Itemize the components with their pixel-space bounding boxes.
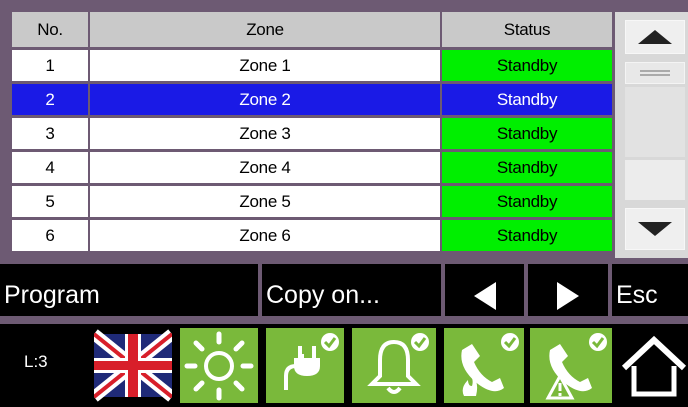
phone-warning-check-icon[interactable] [530, 328, 612, 403]
zone-status[interactable]: Standby [442, 50, 612, 81]
power-plug-check-icon[interactable] [266, 328, 344, 403]
arrow-down-icon [638, 222, 672, 236]
grip-icon [640, 70, 670, 76]
zone-status[interactable]: Standby [442, 186, 612, 217]
zone-status[interactable]: Standby [442, 220, 612, 251]
scrollbar[interactable] [615, 12, 688, 258]
row-number[interactable]: 3 [12, 118, 88, 149]
row-number[interactable]: 2 [12, 84, 88, 115]
zone-name[interactable]: Zone 4 [90, 152, 440, 183]
esc-button[interactable]: Esc [612, 264, 688, 316]
arrow-up-icon [638, 30, 672, 44]
arrow-left-icon [473, 282, 496, 310]
home-icon[interactable] [618, 328, 688, 403]
uk-flag-icon[interactable] [94, 328, 172, 403]
previous-button[interactable] [445, 264, 524, 316]
zone-name[interactable]: Zone 5 [90, 186, 440, 217]
column-header-zone: Zone [90, 12, 440, 47]
copy-on-label: Copy on... [266, 281, 380, 309]
next-button[interactable] [528, 264, 608, 316]
scroll-thumb[interactable] [625, 62, 685, 84]
arrow-right-icon [557, 282, 579, 310]
program-label: Program [4, 281, 100, 309]
phone-fire-check-icon[interactable] [444, 328, 524, 403]
scroll-track[interactable] [625, 160, 685, 200]
scroll-track[interactable] [625, 87, 685, 157]
zone-status[interactable]: Standby [442, 152, 612, 183]
program-button[interactable]: Program [0, 264, 258, 316]
bell-check-icon[interactable] [352, 328, 436, 403]
column-header-no: No. [12, 12, 88, 47]
row-number[interactable]: 4 [12, 152, 88, 183]
copy-on-button[interactable]: Copy on... [262, 264, 441, 316]
column-header-status: Status [442, 12, 612, 47]
zone-name[interactable]: Zone 2 [90, 84, 440, 115]
scroll-up-button[interactable] [625, 20, 685, 54]
zone-name[interactable]: Zone 3 [90, 118, 440, 149]
zone-name[interactable]: Zone 6 [90, 220, 440, 251]
row-number[interactable]: 5 [12, 186, 88, 217]
zone-status[interactable]: Standby [442, 84, 612, 115]
zone-status[interactable]: Standby [442, 118, 612, 149]
zone-name[interactable]: Zone 1 [90, 50, 440, 81]
row-number[interactable]: 1 [12, 50, 88, 81]
access-level: L:3 [24, 352, 48, 371]
row-number[interactable]: 6 [12, 220, 88, 251]
scroll-down-button[interactable] [625, 208, 685, 250]
esc-label: Esc [616, 281, 658, 309]
sun-icon[interactable] [180, 328, 258, 403]
